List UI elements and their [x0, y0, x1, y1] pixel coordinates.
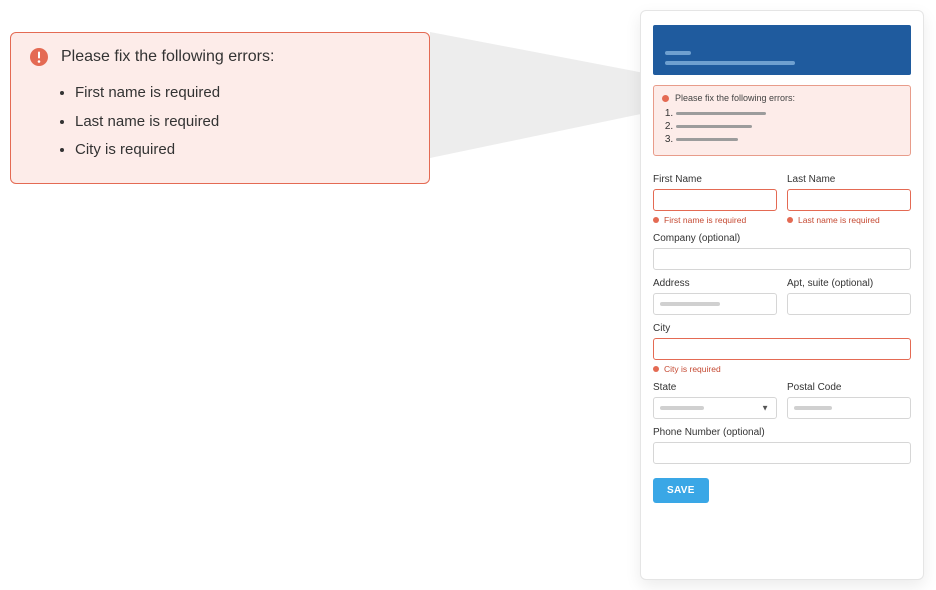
alert-dot-icon [662, 95, 669, 102]
error-dot-icon [787, 217, 793, 223]
city-error-text: City is required [664, 364, 721, 374]
city-label: City [653, 323, 911, 334]
save-button[interactable]: SAVE [653, 478, 709, 503]
error-list-item: First name is required [75, 79, 411, 108]
city-error: City is required [653, 364, 911, 374]
state-label: State [653, 382, 777, 393]
error-mini-list [676, 108, 902, 145]
last-name-error-text: Last name is required [798, 215, 880, 225]
address-label: Address [653, 278, 777, 289]
postal-label: Postal Code [787, 382, 911, 393]
error-dot-icon [653, 366, 659, 372]
error-banner-mini-title: Please fix the following errors: [675, 93, 795, 103]
last-name-label: Last Name [787, 174, 911, 185]
last-name-input[interactable] [787, 189, 911, 211]
address-placeholder-skeleton [660, 302, 720, 306]
apt-input[interactable] [787, 293, 911, 315]
error-banner-title: Please fix the following errors: [61, 48, 274, 66]
company-label: Company (optional) [653, 233, 911, 244]
form: First Name First name is required Last N… [653, 166, 911, 503]
error-list-item: City is required [75, 136, 411, 165]
callout-connector [430, 32, 660, 158]
header-hero [653, 25, 911, 75]
state-placeholder-skeleton [660, 406, 704, 410]
city-input[interactable] [653, 338, 911, 360]
error-list: First name is required Last name is requ… [75, 79, 411, 165]
first-name-error: First name is required [653, 215, 777, 225]
company-input[interactable] [653, 248, 911, 270]
error-mini-item [676, 108, 902, 119]
alert-icon [29, 47, 49, 67]
postal-placeholder-skeleton [794, 406, 832, 410]
last-name-error: Last name is required [787, 215, 911, 225]
error-banner-mini: Please fix the following errors: [653, 85, 911, 156]
apt-label: Apt, suite (optional) [787, 278, 911, 289]
error-dot-icon [653, 217, 659, 223]
error-banner-callout: Please fix the following errors: First n… [10, 32, 430, 184]
hero-skeleton-long [665, 61, 795, 65]
phone-input[interactable] [653, 442, 911, 464]
error-list-item: Last name is required [75, 108, 411, 137]
first-name-label: First Name [653, 174, 777, 185]
phone-label: Phone Number (optional) [653, 427, 911, 438]
error-mini-item [676, 121, 902, 132]
error-mini-item [676, 134, 902, 145]
first-name-input[interactable] [653, 189, 777, 211]
hero-skeleton-short [665, 51, 691, 55]
first-name-error-text: First name is required [664, 215, 746, 225]
form-card: Please fix the following errors: First N… [640, 10, 924, 580]
